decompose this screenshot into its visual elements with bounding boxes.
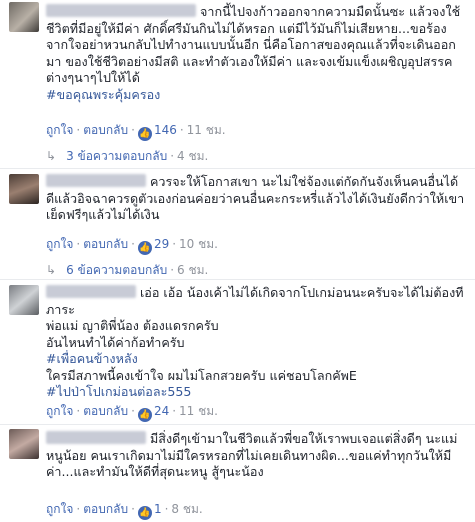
thumbs-up-icon: 👍	[137, 408, 152, 422]
like-count[interactable]: 146	[154, 123, 177, 137]
commenter-name-redacted[interactable]	[46, 285, 136, 298]
reply-button[interactable]: ตอบกลับ	[83, 237, 128, 251]
like-button[interactable]: ถูกใจ	[46, 123, 73, 137]
like-button[interactable]: ถูกใจ	[46, 502, 73, 516]
view-replies[interactable]: ↳ 3 ข้อความตอบกลับ · 4 ชม.	[46, 148, 208, 164]
comment-body: ควรจะให้โอกาสเขา นะไม่ใช่จ้องแต่กัดกันจั…	[46, 174, 466, 224]
divider	[0, 279, 475, 280]
view-replies[interactable]: ↳ 6 ข้อความตอบกลับ · 6 ชม.	[46, 262, 208, 278]
avatar[interactable]	[9, 285, 39, 315]
comment-time[interactable]: 11 ชม.	[179, 404, 218, 418]
comment-time[interactable]: 10 ชม.	[179, 237, 218, 251]
commenter-name-redacted[interactable]	[46, 431, 146, 444]
divider	[0, 168, 475, 169]
like-count[interactable]: 1	[154, 502, 162, 516]
like-count[interactable]: 24	[154, 404, 169, 418]
comment-actions: ถูกใจ · ตอบกลับ · 👍 29 · 10 ชม.	[46, 237, 218, 255]
replies-time: 6 ชม.	[177, 263, 209, 277]
divider	[0, 424, 475, 425]
comment-body: มีสิ่งดีๆเข้ามาในชีวิตแล้วพี่ขอให้เราพบเ…	[46, 431, 466, 481]
comment: ควรจะให้โอกาสเขา นะไม่ใช่จ้องแต่กัดกันจั…	[0, 170, 475, 282]
hashtag-link[interactable]: #ไปป่าโปเกม่อนต่อละ555	[46, 384, 191, 399]
comment-actions: ถูกใจ · ตอบกลับ · 👍 24 · 11 ชม.	[46, 404, 218, 422]
comment: จากนี้ไปจงก้าวออกจากความมืดนั้นซะ แล้วจง…	[0, 0, 475, 175]
thumbs-up-icon: 👍	[137, 127, 152, 141]
like-button[interactable]: ถูกใจ	[46, 404, 73, 418]
commenter-name-redacted[interactable]	[46, 174, 146, 187]
reply-button[interactable]: ตอบกลับ	[83, 404, 128, 418]
reply-button[interactable]: ตอบกลับ	[83, 123, 128, 137]
avatar[interactable]	[9, 2, 39, 32]
comment-time[interactable]: 8 ชม.	[171, 502, 202, 516]
avatar[interactable]	[9, 429, 39, 459]
like-button[interactable]: ถูกใจ	[46, 237, 73, 251]
like-count[interactable]: 29	[154, 237, 169, 251]
comment: เอ่อ เอ้อ น้องเค้าไม่ได้เกิดจากโปเกม่อนน…	[0, 281, 475, 422]
reply-arrow-icon: ↳	[46, 263, 57, 277]
avatar[interactable]	[9, 174, 39, 204]
commenter-name-redacted[interactable]	[46, 4, 196, 17]
comment-body: จากนี้ไปจงก้าวออกจากความมืดนั้นซะ แล้วจง…	[46, 4, 466, 103]
replies-count-link[interactable]: 6 ข้อความตอบกลับ	[66, 263, 167, 277]
thumbs-up-icon: 👍	[137, 506, 152, 520]
comment-actions: ถูกใจ · ตอบกลับ · 👍 1 · 8 ชม.	[46, 502, 203, 520]
comment: มีสิ่งดีๆเข้ามาในชีวิตแล้วพี่ขอให้เราพบเ…	[0, 427, 475, 522]
replies-count-link[interactable]: 3 ข้อความตอบกลับ	[66, 149, 167, 163]
comment-line: ใครมีสภาพนี้คงเข้าใจ ผมไม่โลกสวยครับ แค่…	[46, 367, 357, 383]
comment-time[interactable]: 11 ชม.	[187, 123, 226, 137]
hashtag-link[interactable]: #ขอคุณพระคุ้มครอง	[46, 87, 160, 102]
comment-line: พ่อแม่ ญาติพี่น้อง ต้องแดรกครับ	[46, 318, 219, 333]
hashtag-link[interactable]: #เพื่อคนข้างหลัง	[46, 351, 138, 366]
reply-button[interactable]: ตอบกลับ	[83, 502, 128, 516]
thumbs-up-icon: 👍	[137, 241, 152, 255]
reply-arrow-icon: ↳	[46, 149, 57, 163]
replies-time: 4 ชม.	[177, 149, 209, 163]
comment-line: อันไหนทำได้ค่าก้อทำครับ	[46, 334, 185, 350]
comment-actions: ถูกใจ · ตอบกลับ · 👍 146 · 11 ชม.	[46, 123, 226, 141]
comment-body: เอ่อ เอ้อ น้องเค้าไม่ได้เกิดจากโปเกม่อนน…	[46, 285, 466, 401]
